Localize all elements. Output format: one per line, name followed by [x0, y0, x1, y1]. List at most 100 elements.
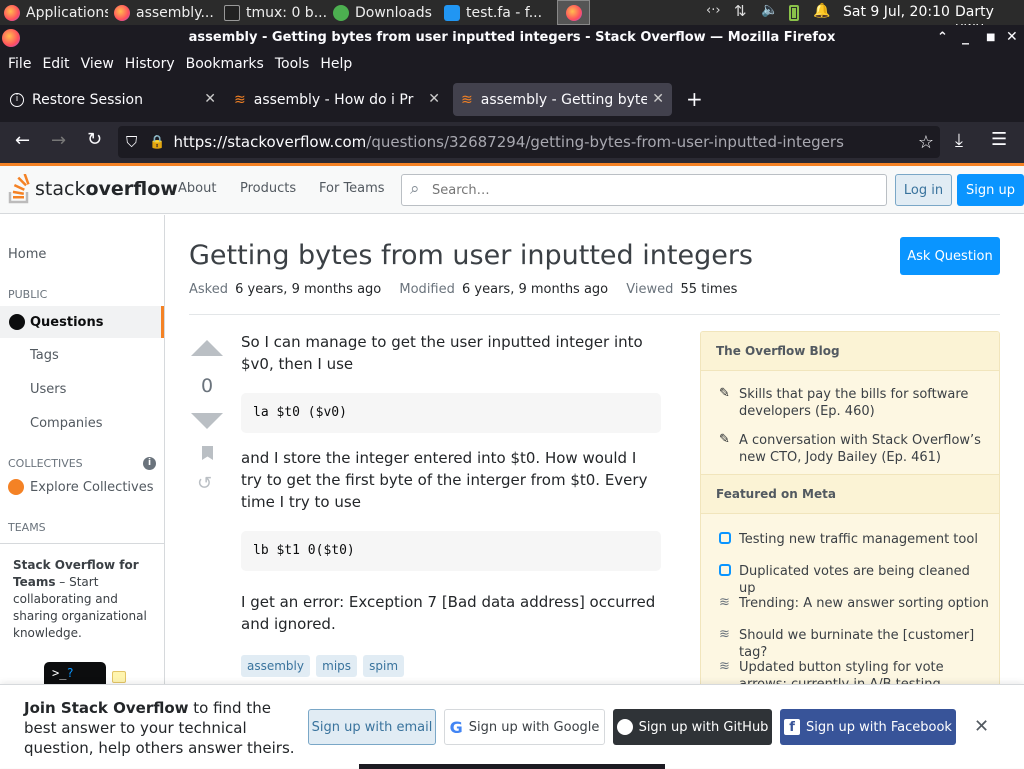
tag-assembly[interactable]: assembly	[241, 655, 310, 677]
search-box[interactable]: ⌕	[401, 174, 887, 206]
info-icon[interactable]: i	[143, 457, 156, 470]
close-tab-icon[interactable]: ✕	[204, 91, 216, 107]
taskbar-item-firefox[interactable]: assembly...	[110, 0, 220, 25]
tab-getting-bytes[interactable]: ≋ assembly - Getting bytes ✕	[453, 83, 672, 116]
new-tab-icon[interactable]: +	[686, 87, 703, 111]
meta-item[interactable]: Trending: A new answer sorting option	[739, 595, 989, 612]
nav-products[interactable]: Products	[240, 181, 296, 196]
menu-bookmarks[interactable]: Bookmarks	[186, 56, 264, 72]
question-paragraph: I get an error: Exception 7 [Bad data ad…	[241, 593, 656, 633]
signup-facebook-button[interactable]: f Sign up with Facebook	[780, 709, 956, 745]
menu-view[interactable]: View	[81, 56, 114, 72]
terminal-icon	[224, 4, 240, 21]
question-title[interactable]: Getting bytes from user inputted integer…	[189, 240, 753, 271]
menu-file[interactable]: File	[8, 56, 31, 72]
ask-question-button[interactable]: Ask Question	[900, 237, 1000, 275]
meta-item[interactable]: Duplicated votes are being cleaned up	[739, 563, 989, 597]
volume-icon[interactable]: 🔈	[761, 2, 778, 18]
taskbar-item-firefox-active[interactable]	[557, 0, 590, 25]
minimize-icon[interactable]: ⌃	[937, 25, 948, 50]
bell-icon[interactable]: 🔔	[813, 3, 830, 19]
menu-help[interactable]: Help	[320, 56, 352, 72]
meta-item[interactable]: Testing new traffic management tool	[739, 531, 989, 548]
firefox-icon	[114, 4, 130, 21]
login-button[interactable]: Log in	[895, 174, 952, 206]
modified-label: Modified	[399, 282, 455, 297]
firefox-icon	[2, 29, 20, 47]
blog-item[interactable]: A conversation with Stack Overflow’s new…	[739, 432, 989, 466]
shield-icon[interactable]: ⛉	[126, 133, 137, 151]
url-path: /questions/32687294/getting-bytes-from-u…	[366, 133, 844, 151]
stackoverflow-logo[interactable]: stack overflow	[8, 174, 178, 204]
pencil-icon: ✎	[719, 432, 730, 447]
minimize-button[interactable]: _	[962, 25, 969, 50]
downvote-icon[interactable]	[191, 413, 223, 429]
horizontal-scrollbar[interactable]	[359, 764, 665, 769]
back-icon[interactable]: ←	[15, 130, 30, 151]
close-banner-icon[interactable]: ✕	[974, 716, 989, 737]
left-sidebar: Home PUBLIC Questions Tags Users Compani…	[0, 215, 165, 692]
nav-questions[interactable]: Questions	[0, 306, 164, 338]
modified-value[interactable]: 6 years, 9 months ago	[462, 282, 608, 297]
close-tab-icon[interactable]: ✕	[428, 91, 440, 107]
tag-spim[interactable]: spim	[363, 655, 405, 677]
battery-icon[interactable]	[789, 5, 799, 21]
taskbar-item-tmux[interactable]: tmux: 0 b...	[220, 0, 328, 25]
viewed-value: 55 times	[680, 282, 738, 297]
upvote-icon[interactable]	[191, 340, 223, 356]
clock[interactable]: Sat 9 Jul, 20:10	[843, 4, 950, 20]
maximize-icon[interactable]: ■	[986, 25, 995, 50]
pencil-icon: ✎	[719, 386, 730, 401]
nav-tags[interactable]: Tags	[30, 348, 59, 363]
taskbar-item-vscode[interactable]: test.fa - f...	[440, 0, 550, 25]
section-collectives: COLLECTIVES	[8, 457, 83, 470]
search-input[interactable]	[432, 180, 872, 200]
applications-menu[interactable]: Applications☰	[0, 0, 108, 25]
close-icon[interactable]: ✕	[1006, 25, 1018, 50]
taskbar-label: assembly...	[136, 4, 214, 21]
firefox-icon	[565, 4, 582, 21]
url-bar[interactable]: ⛉ 🔒 https://stackoverflow.com/questions/…	[118, 126, 940, 158]
viewed-label: Viewed	[626, 282, 674, 297]
tab-restore-session[interactable]: i Restore Session ✕	[2, 83, 224, 116]
updown-arrows-icon[interactable]: ⇅	[734, 2, 747, 20]
network-icon[interactable]: ‹·›	[706, 3, 721, 18]
nav-companies[interactable]: Companies	[30, 416, 103, 431]
downloads-icon[interactable]: ⤓	[955, 130, 963, 151]
menu-edit[interactable]: Edit	[42, 56, 69, 72]
tab-how-do-i-print[interactable]: ≋ assembly - How do i Print ✕	[226, 83, 448, 116]
forward-icon[interactable]: →	[51, 130, 66, 151]
nav-explore-collectives[interactable]: Explore Collectives	[8, 479, 154, 495]
reload-icon[interactable]: ↻	[87, 129, 102, 150]
divider	[189, 314, 1000, 315]
tab-label: assembly - How do i Print	[253, 91, 414, 108]
signup-github-button[interactable]: Sign up with GitHub	[613, 709, 772, 745]
lock-icon[interactable]: 🔒	[149, 135, 165, 150]
nav-about[interactable]: About	[178, 181, 216, 196]
meta-item[interactable]: Should we burninate the [customer] tag?	[739, 627, 989, 661]
section-public: PUBLIC	[8, 288, 48, 301]
tag-mips[interactable]: mips	[316, 655, 358, 677]
banner-bold: Join Stack Overflow	[24, 699, 189, 717]
menu-tools[interactable]: Tools	[275, 56, 310, 72]
section-teams: TEAMS	[8, 521, 46, 534]
teams-promo-text: Stack Overflow for Teams – Start collabo…	[13, 557, 153, 642]
nav-explore-label: Explore Collectives	[30, 479, 154, 495]
hamburger-menu-icon[interactable]: ☰	[991, 129, 1007, 150]
history-icon[interactable]: ↺	[197, 473, 212, 494]
nav-for-teams[interactable]: For Teams	[319, 181, 385, 196]
signup-button[interactable]: Sign up	[957, 174, 1024, 206]
bookmark-star-icon[interactable]: ☆	[918, 132, 934, 153]
menu-history[interactable]: History	[125, 56, 175, 72]
signup-email-button[interactable]: Sign up with email	[308, 709, 436, 745]
bookmark-icon[interactable]	[202, 446, 213, 460]
nav-users[interactable]: Users	[30, 382, 66, 397]
signup-github-label: Sign up with GitHub	[638, 719, 769, 735]
site-header: stack overflow About Products For Teams ⌕…	[0, 166, 1024, 214]
blog-item[interactable]: Skills that pay the bills for software d…	[739, 386, 989, 420]
taskbar-item-downloads[interactable]: Downloads	[329, 0, 437, 25]
close-tab-icon[interactable]: ✕	[652, 91, 664, 107]
signup-google-button[interactable]: G Sign up with Google	[444, 709, 605, 745]
nav-home[interactable]: Home	[8, 247, 46, 262]
taskbar-label: tmux: 0 b...	[246, 4, 328, 21]
